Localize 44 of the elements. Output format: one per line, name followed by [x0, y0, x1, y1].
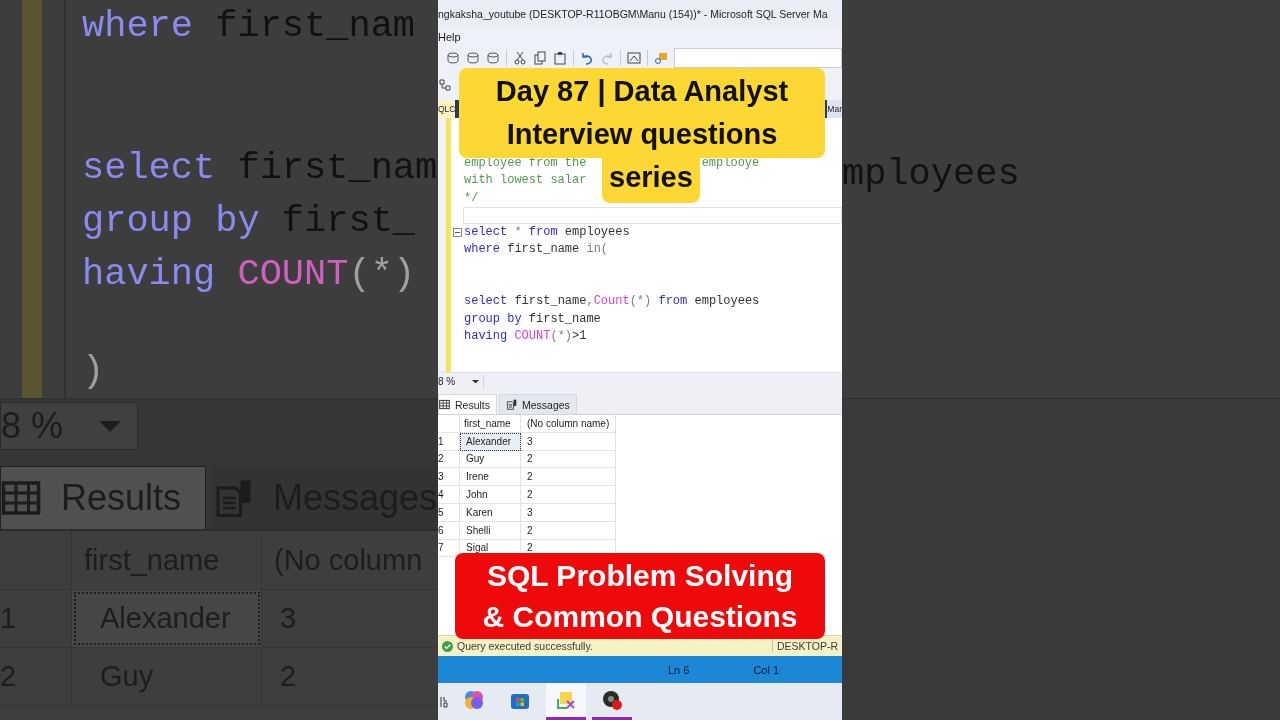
row-number: 6 [438, 521, 460, 540]
code-line: select first_name,Count(*) from employees [463, 293, 760, 311]
row-number: 2 [438, 450, 460, 469]
code-line: having COUNT(*)>1 [463, 327, 587, 345]
table-cell: Irene [460, 468, 521, 487]
caption-line: SQL Problem Solving [486, 558, 794, 594]
table-cell: 2 [521, 450, 616, 469]
code-line: having COUNT(*) [82, 251, 417, 297]
table-cell: Karen [460, 504, 521, 522]
table-cell: Shelli [460, 521, 521, 540]
code-text: employee from the [464, 156, 587, 170]
code-line: ) [82, 349, 106, 394]
table-cell: 2 [521, 486, 616, 504]
code-line: */ [463, 189, 479, 207]
caption-line: series [609, 160, 693, 195]
result-tab[interactable]: Messages [499, 394, 577, 414]
table-cell: John [460, 486, 521, 504]
zoom-dropdown[interactable]: 8 % [438, 374, 484, 389]
table-cell: 2 [521, 521, 616, 540]
menu-item[interactable]: Help [438, 31, 461, 43]
row-number: 5 [438, 504, 460, 522]
code-line: with lowest salar [463, 172, 587, 190]
table-cell: 3 [521, 504, 616, 522]
table-cell: 2 [521, 468, 616, 487]
window-title: ngkaksha_youtube (DESKTOP-R11OBGM\Manu (154))* - Microsoft SQL Server Ma [438, 8, 828, 20]
status-message: Query executed successfully. [457, 640, 593, 652]
code-line: group by first_name [463, 310, 601, 328]
column-header: first_name [460, 415, 521, 433]
result-tab[interactable]: Results [438, 394, 497, 414]
caption-line: Day 87 | Data Analyst [495, 74, 789, 109]
line-indicator: Ln 6 [668, 663, 690, 676]
code-line: where first_name in( [463, 241, 609, 259]
row-number: 4 [438, 486, 460, 504]
column-indicator: Col 1 [753, 663, 780, 676]
column-header: (No column name) [521, 415, 616, 433]
caption-line: & Common Questions [482, 599, 798, 635]
code-text: emplooye [701, 155, 760, 172]
document-tab[interactable]: Mar [827, 100, 842, 118]
code-line: select * from employees [451, 224, 630, 242]
document-tab[interactable]: QLC [438, 100, 456, 118]
caption-line: Interview questions [506, 117, 778, 152]
table-cell: 3 [521, 432, 616, 451]
row-number: 3 [438, 468, 460, 487]
table-cell: Guy [460, 450, 521, 469]
